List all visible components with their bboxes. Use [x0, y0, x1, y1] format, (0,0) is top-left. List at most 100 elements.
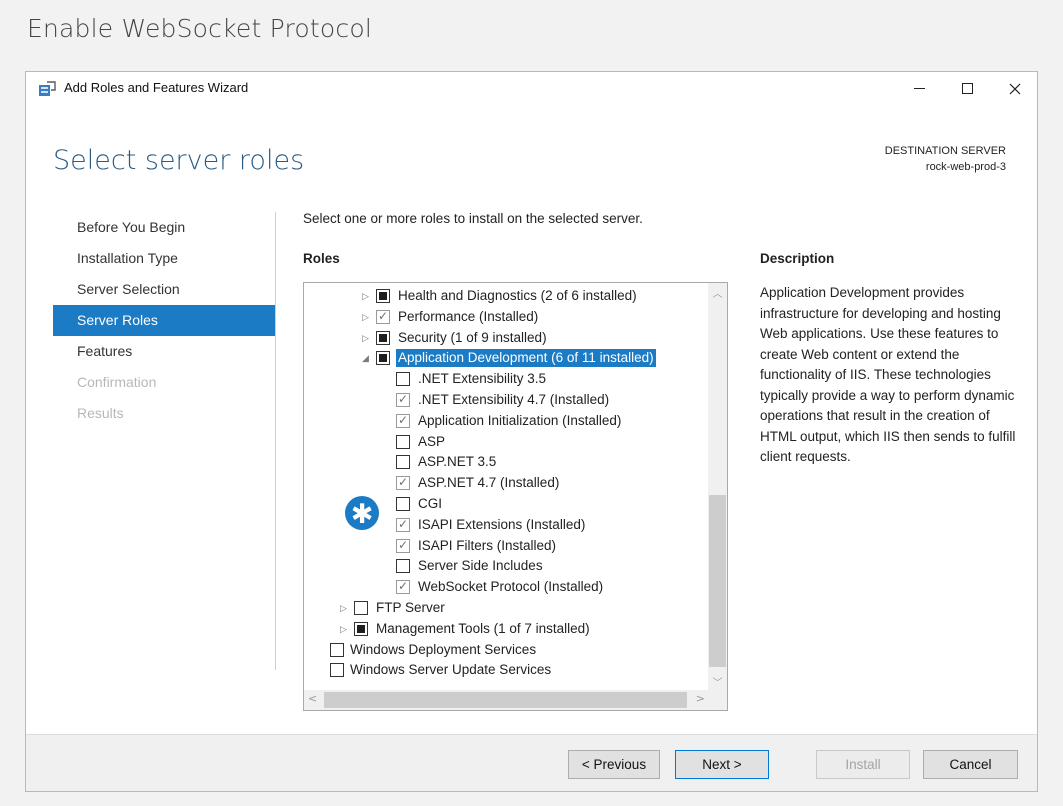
- role-checkbox[interactable]: [354, 621, 368, 636]
- role-checkbox[interactable]: [376, 351, 390, 366]
- role-label: .NET Extensibility 3.5: [418, 371, 547, 387]
- role-label: Application Development (6 of 11 install…: [396, 349, 656, 368]
- role-label: Server Side Includes: [418, 558, 543, 574]
- role-label: Windows Server Update Services: [350, 662, 552, 678]
- title-bar: Add Roles and Features Wizard: [26, 72, 1037, 105]
- expand-arrow-icon[interactable]: ▷: [362, 290, 372, 302]
- wizard-window: Add Roles and Features Wizard Select ser…: [25, 71, 1038, 792]
- role-row[interactable]: ASP.NET 3.5: [304, 452, 704, 473]
- role-checkbox[interactable]: [396, 559, 410, 574]
- role-label: Health and Diagnostics (2 of 6 installed…: [398, 288, 637, 303]
- role-row[interactable]: ASP.NET 4.7 (Installed): [304, 473, 704, 494]
- role-label: Performance (Installed): [398, 308, 539, 324]
- role-checkbox[interactable]: [396, 579, 410, 595]
- role-checkbox[interactable]: [376, 289, 390, 303]
- scroll-corner: [708, 690, 727, 710]
- expand-arrow-icon[interactable]: ▷: [340, 623, 350, 635]
- nav-item-server-roles[interactable]: Server Roles: [53, 305, 276, 336]
- scroll-left-icon[interactable]: <: [308, 692, 317, 705]
- minimize-icon: [913, 88, 925, 89]
- window-title: Add Roles and Features Wizard: [64, 80, 249, 95]
- role-checkbox[interactable]: [396, 475, 410, 491]
- expand-arrow-icon[interactable]: ▷: [340, 602, 350, 614]
- role-row[interactable]: ▷ FTP Server: [304, 598, 704, 619]
- server-manager-icon: [39, 81, 56, 96]
- role-label: WebSocket Protocol (Installed): [418, 579, 604, 595]
- destination-server-name: rock-web-prod-3: [925, 161, 1006, 173]
- scroll-up-icon[interactable]: ︿: [708, 285, 727, 300]
- role-checkbox[interactable]: [396, 413, 410, 428]
- button-bar: < Previous Next > Install Cancel: [26, 734, 1037, 791]
- nav-item-confirmation: Confirmation: [77, 374, 157, 390]
- role-row[interactable]: Server Side Includes: [304, 556, 704, 577]
- role-row[interactable]: ▷ Health and Diagnostics (2 of 6 installe…: [304, 286, 704, 307]
- role-row[interactable]: ▷ Security (1 of 9 installed): [304, 328, 704, 349]
- role-label: Security (1 of 9 installed): [398, 329, 547, 345]
- nav-item-results: Results: [77, 405, 124, 421]
- scroll-down-icon[interactable]: ﹀: [708, 674, 727, 689]
- role-label: ISAPI Extensions (Installed): [418, 516, 586, 532]
- role-label: Management Tools (1 of 7 installed): [376, 620, 590, 636]
- instruction-text: Select one or more roles to install on t…: [303, 211, 643, 226]
- horizontal-scroll-thumb[interactable]: [324, 692, 687, 708]
- nav-item-features[interactable]: Features: [53, 336, 276, 367]
- role-row[interactable]: .NET Extensibility 3.5: [304, 369, 704, 390]
- role-checkbox[interactable]: [396, 517, 410, 532]
- role-label: CGI: [418, 495, 443, 511]
- next-button[interactable]: Next >: [675, 750, 769, 779]
- page-caption: Enable WebSocket Protocol: [27, 14, 372, 43]
- nav-item-server-selection[interactable]: Server Selection: [53, 274, 276, 305]
- description-heading: Description: [760, 251, 835, 266]
- role-checkbox[interactable]: [330, 663, 344, 678]
- role-row[interactable]: ▷ Management Tools (1 of 7 installed): [304, 619, 704, 640]
- maximize-button[interactable]: [944, 72, 990, 105]
- scroll-right-icon[interactable]: >: [696, 692, 705, 705]
- destination-label: DESTINATION SERVER: [884, 145, 1006, 157]
- close-button[interactable]: [992, 72, 1038, 105]
- minimize-button[interactable]: [896, 72, 942, 105]
- role-row[interactable]: ◢ Application Development (6 of 11 instal…: [304, 348, 704, 369]
- previous-button[interactable]: < Previous: [568, 750, 660, 779]
- role-label: ASP.NET 3.5: [418, 454, 497, 470]
- role-checkbox[interactable]: [376, 330, 390, 345]
- role-label: ASP.NET 4.7 (Installed): [418, 475, 560, 491]
- role-row[interactable]: Windows Deployment Services: [304, 640, 704, 661]
- role-checkbox[interactable]: [396, 392, 410, 407]
- role-label: ISAPI Filters (Installed): [418, 537, 557, 553]
- description-text: Application Development provides infrast…: [760, 285, 1016, 464]
- destination-server: DESTINATION SERVER rock-web-prod-3: [885, 143, 1006, 175]
- nav-item-installation-type[interactable]: Installation Type: [53, 243, 276, 274]
- role-label: FTP Server: [376, 599, 445, 615]
- role-row[interactable]: Windows Server Update Services: [304, 660, 704, 681]
- collapse-arrow-icon[interactable]: ◢: [362, 352, 372, 364]
- role-row[interactable]: Application Initialization (Installed): [304, 411, 704, 432]
- highlight-badge-icon: ✱: [345, 496, 379, 530]
- expand-arrow-icon[interactable]: ▷: [362, 311, 372, 323]
- role-label: .NET Extensibility 4.7 (Installed): [418, 391, 610, 407]
- vertical-scrollbar[interactable]: ︿ ﹀: [708, 283, 727, 691]
- roles-heading: Roles: [303, 251, 340, 266]
- nav-divider: [275, 212, 276, 670]
- role-row[interactable]: ▷ Performance (Installed): [304, 307, 704, 328]
- horizontal-scrollbar[interactable]: < >: [304, 690, 709, 710]
- cancel-button[interactable]: Cancel: [923, 750, 1018, 779]
- vertical-scroll-thumb[interactable]: [709, 495, 726, 667]
- wizard-nav: Before You Begin Installation Type Server …: [53, 212, 276, 429]
- role-checkbox[interactable]: [376, 309, 390, 324]
- expand-arrow-icon[interactable]: ▷: [362, 332, 372, 344]
- role-checkbox[interactable]: [354, 600, 368, 615]
- role-checkbox[interactable]: [330, 642, 344, 657]
- role-checkbox[interactable]: [396, 372, 410, 387]
- role-row[interactable]: .NET Extensibility 4.7 (Installed): [304, 390, 704, 411]
- role-label: ASP: [418, 433, 446, 449]
- role-row[interactable]: WebSocket Protocol (Installed): [304, 577, 704, 598]
- role-row[interactable]: ASP: [304, 432, 704, 453]
- role-row[interactable]: ISAPI Filters (Installed): [304, 536, 704, 557]
- role-checkbox[interactable]: [396, 455, 410, 470]
- role-checkbox[interactable]: [396, 496, 410, 511]
- role-checkbox[interactable]: [396, 538, 410, 553]
- role-checkbox[interactable]: [396, 434, 410, 449]
- page-title: Select server roles: [53, 145, 305, 176]
- nav-item-before-you-begin[interactable]: Before You Begin: [53, 212, 276, 243]
- install-button[interactable]: Install: [816, 750, 910, 779]
